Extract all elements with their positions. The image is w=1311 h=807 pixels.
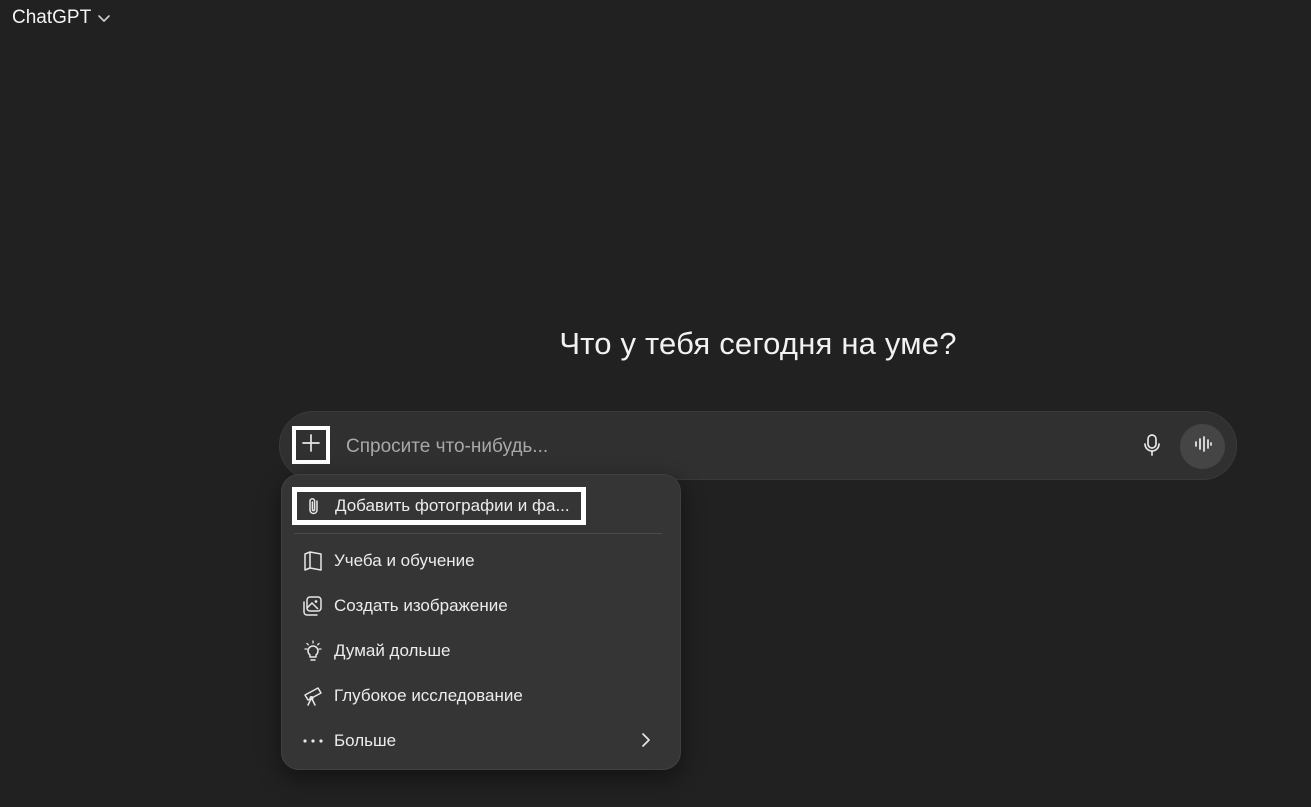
more-dots-icon: [302, 730, 324, 752]
menu-item-study[interactable]: Учеба и обучение: [294, 542, 668, 580]
prompt-input[interactable]: [344, 432, 1108, 462]
menu-item-think-longer[interactable]: Думай дольше: [294, 632, 668, 670]
menu-item-add-files[interactable]: Добавить фотографии и фа...: [292, 487, 586, 525]
menu-divider: [294, 533, 662, 534]
chevron-down-icon: [97, 11, 111, 25]
dictate-button[interactable]: [1138, 433, 1166, 461]
composer: [279, 411, 1237, 480]
paperclip-icon: [303, 495, 325, 517]
model-label: ChatGPT: [12, 7, 92, 28]
menu-item-more[interactable]: Больше: [294, 722, 668, 760]
menu-item-label: Больше: [334, 731, 397, 750]
add-attachment-button[interactable]: [292, 426, 330, 464]
microphone-icon: [1142, 433, 1162, 462]
menu-item-deep-research[interactable]: Глубокое исследование: [294, 677, 668, 715]
menu-item-label: Добавить фотографии и фа...: [335, 496, 570, 515]
attach-menu: Добавить фотографии и фа... Учеба и обуч…: [281, 474, 681, 770]
image-icon: [302, 595, 324, 617]
book-icon: [302, 550, 324, 572]
waveform-icon: [1193, 434, 1213, 459]
model-switcher[interactable]: ChatGPT: [12, 7, 111, 29]
voice-mode-button[interactable]: [1180, 424, 1225, 469]
chevron-right-icon: [640, 732, 652, 753]
lightbulb-icon: [302, 640, 324, 662]
chatgpt-page: ChatGPT Что у тебя сегодня на уме? Спрос…: [0, 0, 1311, 807]
plus-icon: [301, 433, 321, 458]
menu-item-label: Думай дольше: [334, 641, 451, 660]
menu-item-create-image[interactable]: Создать изображение: [294, 587, 668, 625]
page-title: Что у тебя сегодня на уме?: [559, 326, 957, 361]
telescope-icon: [302, 685, 324, 707]
menu-item-label: Создать изображение: [334, 596, 508, 615]
menu-item-label: Глубокое исследование: [334, 686, 523, 705]
menu-item-label: Учеба и обучение: [334, 551, 475, 570]
